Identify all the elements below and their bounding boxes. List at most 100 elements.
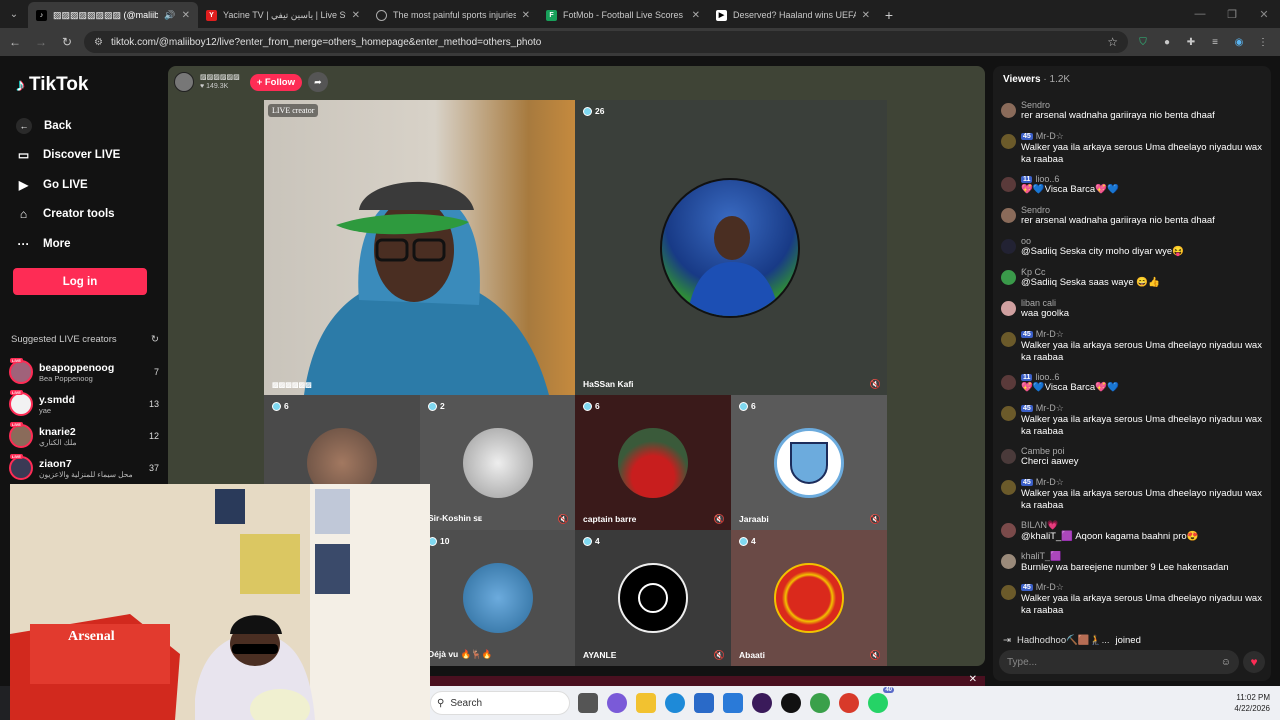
avatar[interactable]	[1001, 375, 1016, 390]
avatar[interactable]	[1001, 177, 1016, 192]
avatar[interactable]	[1001, 554, 1016, 569]
viewer-count: 26	[583, 106, 604, 116]
reload-icon[interactable]: ↻	[58, 35, 76, 49]
new-tab-button[interactable]: +	[878, 2, 900, 28]
host-avatar[interactable]	[174, 72, 194, 92]
live-creator-video[interactable]: LIVE creator ▨▨▨▨▨▨	[264, 100, 575, 395]
chat-input[interactable]: Type... ☺	[999, 650, 1239, 674]
guest-tile[interactable]: 10 Déjà vu 🔥🦌🔥	[420, 530, 575, 666]
close-tab-icon[interactable]: ✕	[522, 10, 530, 21]
close-tab-icon[interactable]: ✕	[692, 10, 700, 21]
store-icon[interactable]	[694, 693, 714, 713]
tab-search-icon[interactable]: ⌄	[0, 0, 28, 28]
close-tab-icon[interactable]: ✕	[862, 10, 870, 21]
suggested-creator[interactable]: knarie2ملك الكناري 12	[9, 422, 159, 450]
back-arrow-icon[interactable]: ←	[6, 35, 24, 49]
viewer-count: 6	[583, 401, 600, 411]
tab-fotmob[interactable]: F FotMob - Football Live Scores ✕	[538, 2, 708, 28]
shield-extension-icon[interactable]: ⛉	[1136, 35, 1150, 49]
copilot-icon[interactable]	[607, 693, 627, 713]
close-tab-icon[interactable]: ✕	[182, 10, 190, 21]
guest-name: Déjà vu 🔥🦌🔥	[428, 649, 493, 659]
avatar[interactable]	[1001, 523, 1016, 538]
profile-icon[interactable]: ◉	[1232, 35, 1246, 49]
share-icon[interactable]: ➦	[307, 72, 328, 92]
creator-figure	[304, 181, 549, 395]
suggested-creator[interactable]: beapoppenoogBea Poppenoog 7	[9, 358, 159, 386]
whatsapp-icon[interactable]: 40	[868, 687, 894, 713]
guest-tile[interactable]: 2 Sir-Koshin ꜱᴇ 🔇	[420, 395, 575, 530]
avatar[interactable]	[1001, 208, 1016, 223]
guest-tile[interactable]: 6 captain barre 🔇	[575, 395, 731, 530]
sidebar-item-go-live[interactable]: ▶ Go LIVE	[16, 170, 120, 200]
circle-extension-icon[interactable]: ●	[1160, 35, 1174, 49]
close-overlay-icon[interactable]: ✕	[969, 674, 977, 685]
avatar[interactable]	[1001, 449, 1016, 464]
viewer-count: 4	[583, 536, 600, 546]
close-tab-icon[interactable]: ✕	[352, 10, 360, 21]
maximize-icon[interactable]: ❐	[1216, 0, 1248, 28]
tiktok-logo[interactable]: ♪ TikTok	[16, 74, 88, 96]
sidebar-item-back[interactable]: ← Back	[16, 111, 120, 141]
sidebar-item-more[interactable]: ··· More	[16, 229, 120, 259]
tiktok-app-icon[interactable]	[781, 693, 801, 713]
guest-tile[interactable]: 4 Abaati 🔇	[731, 530, 887, 666]
media-icon[interactable]	[752, 693, 772, 713]
avatar[interactable]	[1001, 270, 1016, 285]
bookmark-star-icon[interactable]: ☆	[1107, 35, 1118, 49]
url-field[interactable]: ⚙ tiktok.com/@maliiboy12/live?enter_from…	[84, 31, 1128, 53]
like-heart-icon[interactable]: ♥	[1243, 651, 1265, 673]
tab-tiktok[interactable]: ♪ ▨▨▨▨▨▨▨▨ (@maliiboy1 🔊 ✕	[28, 2, 198, 28]
close-window-icon[interactable]: ✕	[1248, 0, 1280, 28]
avatar[interactable]	[1001, 134, 1016, 149]
yacine-favicon-icon: Y	[206, 9, 217, 21]
tab-yacine[interactable]: Y Yacine TV | ياسين تيفي | Live Stre ✕	[198, 2, 368, 28]
tab-injuries[interactable]: The most painful sports injuries ✕	[368, 2, 538, 28]
chrome-profile-icon[interactable]	[839, 693, 859, 713]
suggested-creator[interactable]: y.smddyae 13	[9, 390, 159, 418]
speaker-icon[interactable]: 🔊	[164, 10, 175, 21]
avatar[interactable]	[1001, 406, 1016, 421]
viewers-header[interactable]: Viewers · 1.2K	[1003, 74, 1070, 85]
file-explorer-icon[interactable]	[636, 693, 656, 713]
sidebar-item-discover-live[interactable]: ▭ Discover LIVE	[16, 141, 121, 171]
chrome-icon[interactable]	[810, 693, 830, 713]
refresh-icon[interactable]: ↻	[151, 334, 159, 345]
avatar	[9, 454, 33, 480]
chat-message: Sendro rer arsenal wadnaha gariiraya nio …	[1001, 205, 1263, 227]
host-name[interactable]: ▨▨▨▨▨▨	[200, 73, 240, 82]
follow-button[interactable]: + Follow	[249, 73, 302, 91]
puzzle-icon[interactable]: ✚	[1184, 35, 1198, 49]
guest-tile[interactable]: 6 Jaraabi 🔇	[731, 395, 887, 530]
guest-avatar	[463, 563, 533, 633]
emoji-icon[interactable]: ☺	[1221, 657, 1231, 668]
tiktok-note-icon: ♪	[16, 74, 25, 95]
avatar[interactable]	[1001, 103, 1016, 118]
menu-kebab-icon[interactable]: ⋮	[1256, 35, 1270, 49]
edge-icon[interactable]	[665, 693, 685, 713]
chat-message: khaliT_🟪 Burnley wa bareejene number 9 Le…	[1001, 551, 1263, 574]
guest-name: Sir-Koshin ꜱᴇ	[428, 513, 483, 523]
tab-haaland[interactable]: ▶ Deserved? Haaland wins UEFA P ✕	[708, 2, 878, 28]
avatar[interactable]	[1001, 332, 1016, 347]
sidebar-item-creator-tools[interactable]: ⌂ Creator tools	[16, 200, 120, 230]
viewer-count: 6	[272, 401, 289, 411]
avatar[interactable]	[1001, 585, 1016, 600]
site-info-icon[interactable]: ⚙	[94, 37, 103, 48]
avatar[interactable]	[1001, 480, 1016, 495]
avatar[interactable]	[1001, 301, 1016, 316]
guest-photo	[687, 216, 780, 316]
suggested-creator[interactable]: ziaon7محل سيماء للمنزلية والاعزيون 37	[9, 454, 159, 482]
guest-tile[interactable]: 26 HaSSan Kafi 🔇	[575, 100, 887, 395]
avatar[interactable]	[1001, 239, 1016, 254]
outlook-icon[interactable]	[723, 693, 743, 713]
login-button[interactable]: Log in	[13, 268, 147, 295]
extensions-area: ⛉ ● ✚ ≡ ◉ ⋮	[1136, 35, 1274, 49]
minimize-icon[interactable]: —	[1184, 0, 1216, 28]
forward-arrow-icon[interactable]: →	[32, 35, 50, 49]
guest-tile[interactable]: 4 AYANLE 🔇	[575, 530, 731, 666]
media-list-icon[interactable]: ≡	[1208, 35, 1222, 49]
task-view-icon[interactable]	[578, 693, 598, 713]
taskbar-clock[interactable]: 11:02 PM 4/22/2026	[1234, 692, 1270, 714]
taskbar-search[interactable]: ⚲ Search	[430, 691, 570, 715]
